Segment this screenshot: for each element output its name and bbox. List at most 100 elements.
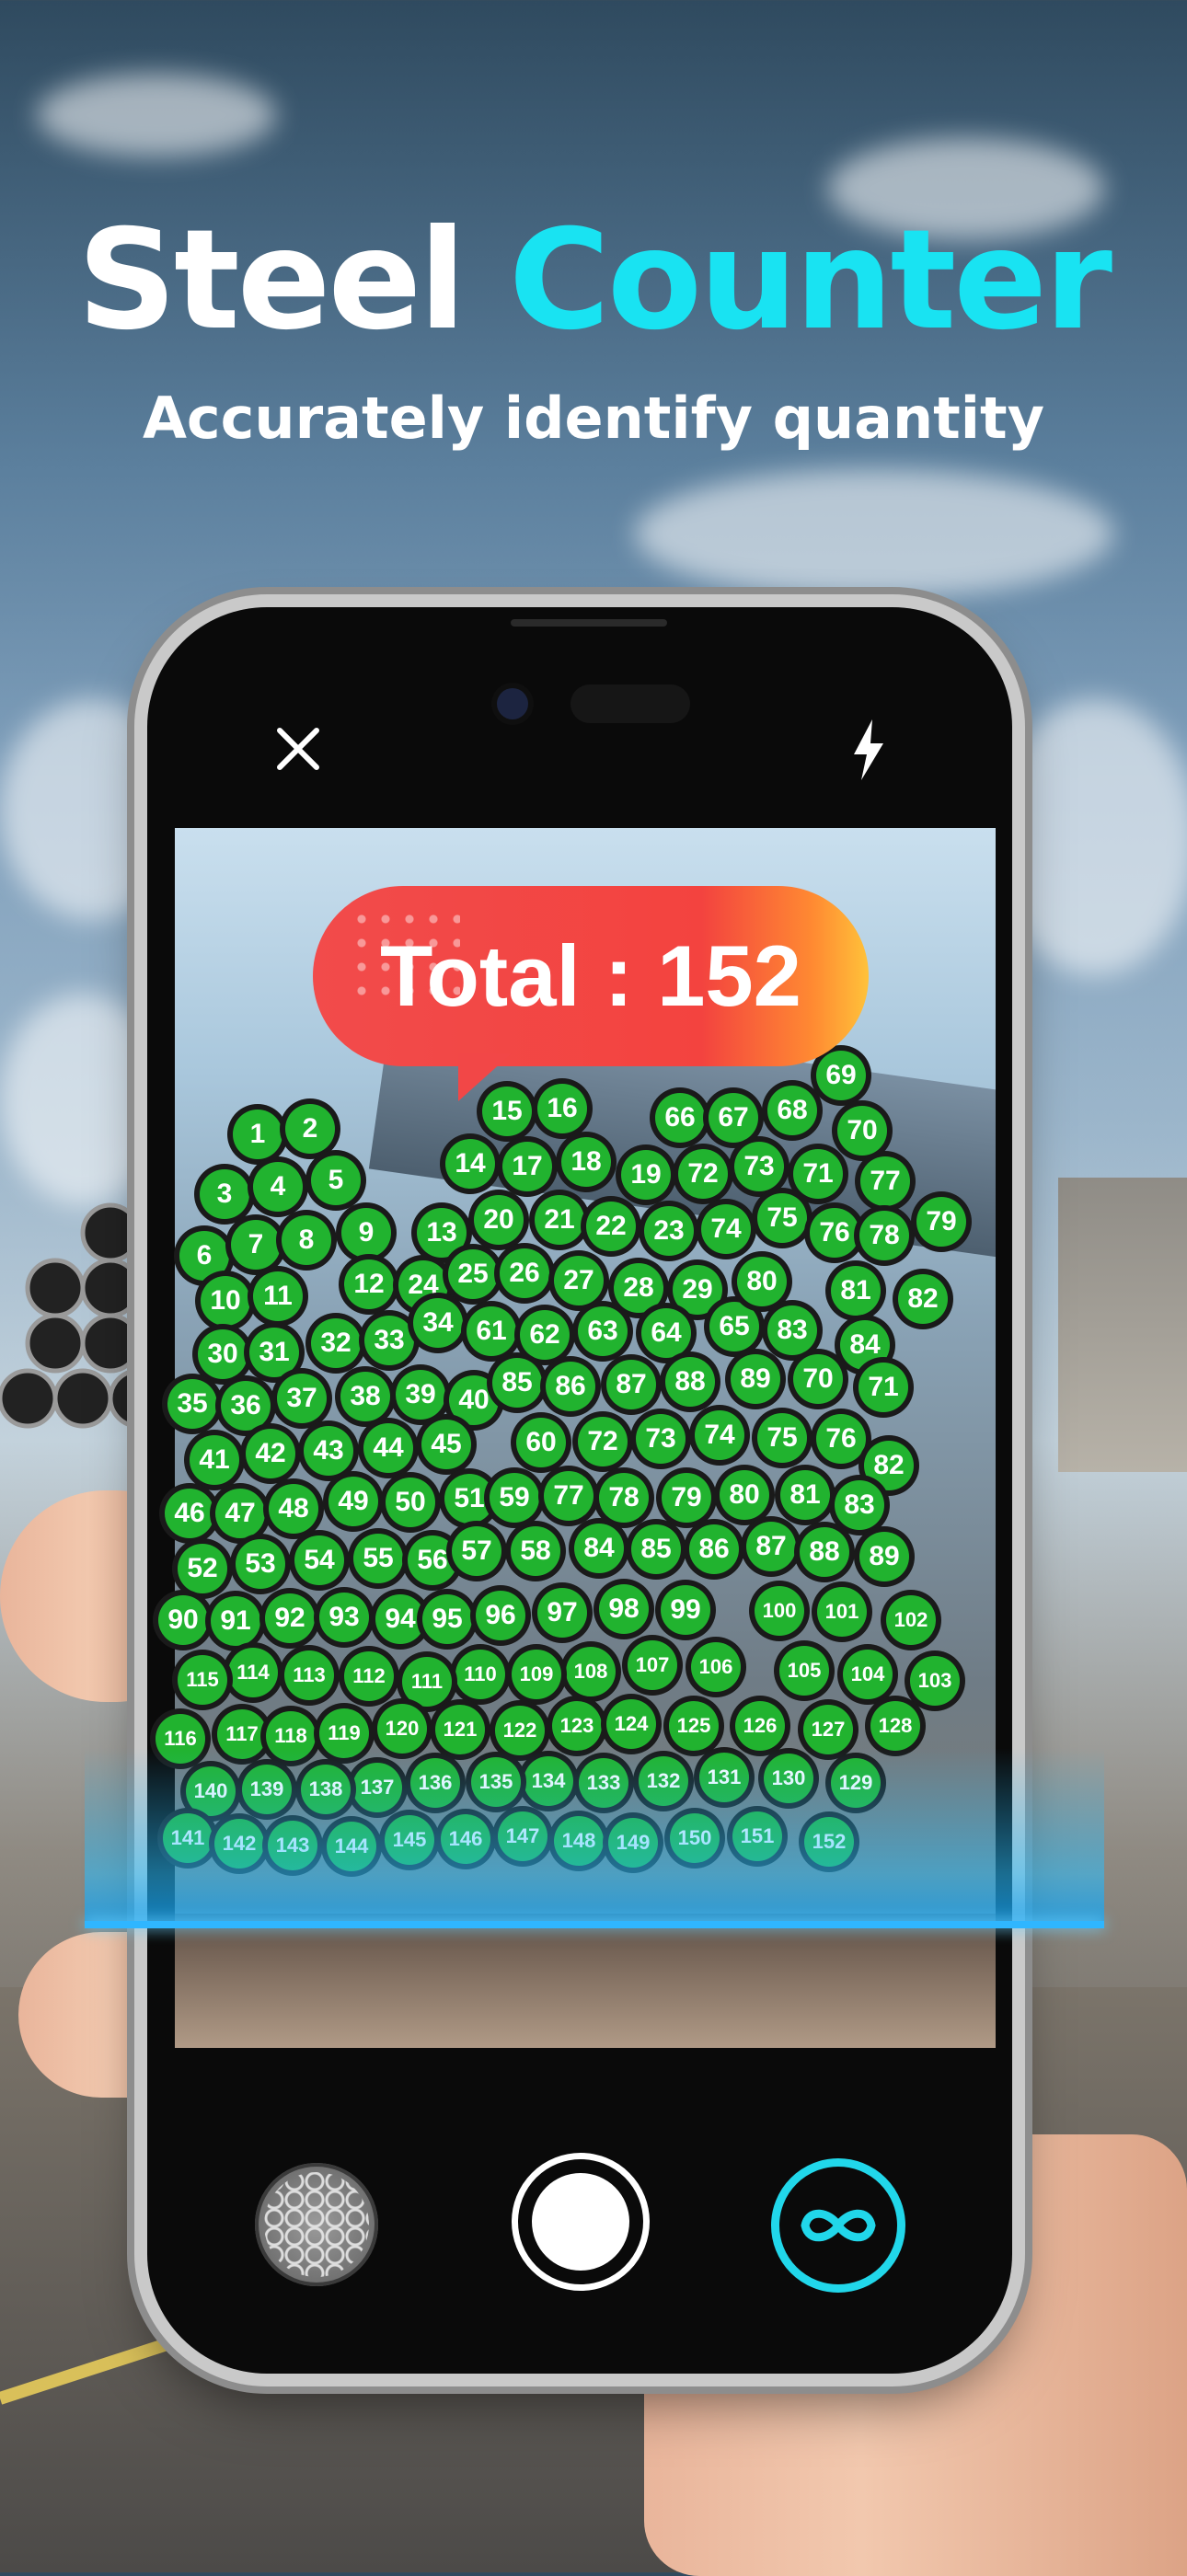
count-marker: 5 [311,1156,361,1205]
count-marker: 120 [377,1704,427,1754]
count-marker: 114 [228,1648,278,1697]
count-marker: 26 [500,1248,549,1298]
count-marker: 83 [767,1305,817,1355]
count-marker: 19 [621,1150,671,1200]
count-marker: 78 [859,1211,909,1260]
flash-icon [854,719,883,780]
count-marker: 46 [165,1489,214,1538]
title-word-steel: Steel [77,201,467,361]
count-marker: 43 [304,1426,353,1476]
count-marker: 25 [448,1249,498,1299]
count-marker: 106 [691,1642,741,1692]
close-icon [277,728,319,770]
front-camera [497,688,528,719]
count-marker: 51 [444,1474,494,1524]
close-button[interactable] [261,712,335,786]
count-marker: 1 [233,1110,282,1159]
count-marker: 97 [537,1588,587,1638]
app-title: Steel Counter [0,202,1187,359]
count-marker: 59 [490,1473,539,1523]
cloud [635,469,1113,598]
count-marker: 3 [200,1169,249,1219]
count-marker: 103 [910,1656,960,1706]
count-marker: 74 [695,1410,744,1460]
count-marker: 2 [285,1104,335,1154]
count-marker: 29 [673,1265,722,1315]
count-marker: 92 [265,1593,315,1643]
count-marker: 108 [566,1647,616,1696]
count-marker: 69 [816,1051,866,1100]
count-marker: 21 [535,1195,584,1245]
count-marker: 86 [689,1524,739,1574]
count-marker: 77 [860,1156,910,1206]
count-marker: 93 [319,1593,369,1642]
count-marker: 79 [916,1197,966,1247]
count-marker: 62 [520,1310,570,1360]
count-marker: 6 [179,1231,229,1281]
count-marker: 80 [737,1257,787,1306]
count-marker: 112 [344,1651,394,1701]
count-marker: 71 [793,1149,843,1199]
circle-grid-mode-button[interactable] [255,2163,378,2286]
count-marker: 111 [402,1657,452,1707]
count-marker: 7 [231,1220,281,1270]
count-marker: 11 [253,1271,303,1321]
count-marker: 72 [678,1149,728,1199]
count-marker: 123 [552,1701,602,1751]
count-marker: 55 [353,1534,403,1583]
count-marker: 74 [701,1204,751,1254]
count-marker: 127 [803,1705,853,1754]
count-marker: 58 [511,1526,560,1576]
count-marker: 67 [709,1093,758,1143]
count-marker: 80 [720,1470,769,1520]
count-marker: 77 [544,1471,594,1521]
count-marker: 50 [386,1478,435,1527]
count-marker: 75 [757,1413,807,1463]
count-marker: 4 [253,1162,303,1212]
count-marker: 64 [641,1308,691,1358]
count-marker: 78 [599,1473,649,1523]
count-marker: 81 [831,1266,881,1316]
count-marker: 81 [780,1470,830,1520]
count-marker: 57 [452,1526,501,1576]
count-marker: 18 [561,1137,611,1187]
count-marker: 115 [178,1655,227,1705]
count-marker: 27 [554,1256,604,1305]
count-marker: 54 [294,1535,344,1585]
dynamic-island [570,684,690,723]
count-marker: 20 [474,1195,524,1245]
count-marker: 85 [492,1358,542,1408]
count-marker: 33 [364,1316,414,1365]
count-marker: 86 [546,1362,595,1411]
viewfinder-ground [175,1914,996,2048]
count-marker: 12 [344,1259,394,1309]
cloud [37,74,276,156]
count-marker: 34 [413,1298,463,1348]
continuous-mode-button[interactable] [771,2158,905,2293]
count-marker: 38 [340,1372,390,1421]
count-marker: 105 [779,1646,829,1696]
scan-line [85,1921,1104,1928]
count-marker: 84 [574,1524,624,1573]
count-marker: 89 [859,1532,909,1581]
count-marker: 79 [662,1473,711,1523]
count-marker: 126 [735,1701,785,1751]
count-marker: 16 [537,1084,587,1133]
count-marker: 30 [198,1329,248,1379]
count-marker: 87 [746,1522,796,1571]
count-marker: 48 [269,1484,318,1534]
count-marker: 107 [628,1640,677,1690]
count-marker: 40 [449,1375,499,1425]
flash-button[interactable] [832,708,905,791]
count-marker: 68 [767,1086,817,1135]
count-marker: 8 [282,1215,331,1265]
count-marker: 102 [886,1595,936,1645]
count-marker: 70 [793,1354,843,1404]
count-marker: 101 [817,1587,867,1637]
count-marker: 44 [363,1423,413,1473]
count-marker: 70 [837,1106,887,1156]
count-marker: 13 [417,1208,467,1258]
scan-overlay [85,1748,1104,1928]
count-marker: 88 [800,1527,849,1577]
count-marker: 110 [455,1650,505,1699]
